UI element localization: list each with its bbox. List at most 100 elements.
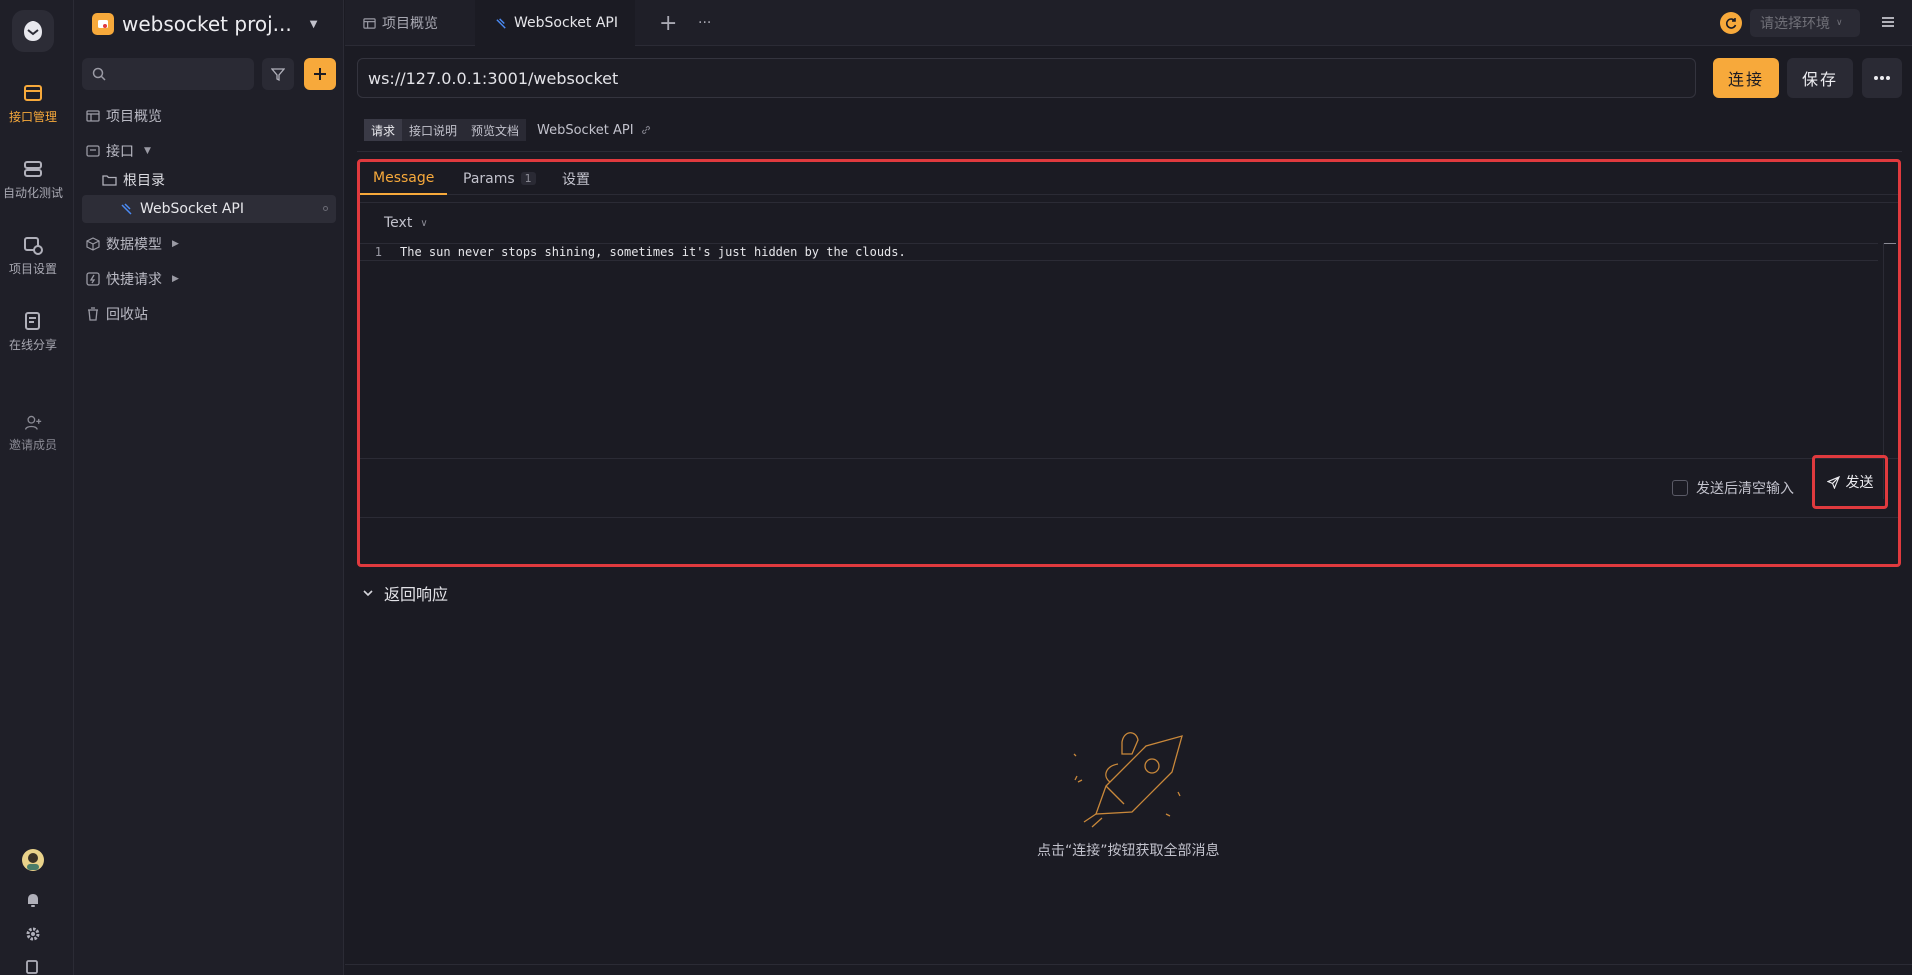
edit-button[interactable] [0,958,66,974]
link-icon[interactable] [640,124,652,136]
message-editor[interactable]: Text ∨ 1 The sun never stops shining, so… [360,202,1898,499]
tab-params[interactable]: Params 1 [463,162,536,195]
empty-state-illustration [1066,724,1186,832]
filter-icon [271,68,285,81]
chevron-down-icon [363,590,373,597]
project-icon [92,13,114,35]
url-input[interactable]: ws://127.0.0.1:3001/websocket [357,58,1696,98]
response-header[interactable]: 返回响应 [362,581,448,605]
avatar-icon [22,849,44,871]
more-icon [1874,76,1890,80]
overview-icon [86,110,100,122]
tree-item-interface[interactable]: 接口 ▼ [86,137,151,165]
api-tree-panel: websocket proj... ▼ 项目概览 接口 ▼ 根目录 WebSoc… [74,0,344,975]
cube-icon [86,237,100,251]
rocket-illustration-icon [1073,732,1183,828]
tab-more-button[interactable]: ··· [686,0,723,46]
search-icon [92,67,106,81]
project-switcher[interactable]: websocket proj... ▼ [92,12,317,36]
editor-footer: 发送后清空输入 发送 [360,455,1898,518]
notification-button[interactable] [0,892,66,908]
settings-button[interactable] [0,926,66,942]
interface-icon [86,145,100,157]
bell-icon [28,894,38,907]
subtab-request[interactable]: 请求 [364,119,403,141]
tree-item-overview[interactable]: 项目概览 [86,102,162,130]
format-select[interactable]: Text ∨ [384,215,428,231]
api-name-label: WebSocket API [537,119,652,141]
more-icon: ··· [698,15,712,31]
tree-item-quick-request[interactable]: 快捷请求 ▶ [86,265,179,293]
plus-icon [314,68,326,80]
more-actions-button[interactable] [1862,58,1902,98]
edit-icon [26,960,38,974]
clear-after-send-checkbox[interactable]: 发送后清空输入 [1672,478,1794,498]
divider [345,964,1912,965]
message-content: The sun never stops shining, sometimes i… [400,245,906,259]
tree-item-data-model[interactable]: 数据模型 ▶ [86,230,179,258]
params-count-badge: 1 [520,172,536,185]
caret-right-icon: ▶ [172,239,179,249]
send-icon [1826,475,1840,489]
request-subtabs: 请求 接口说明 预览文档 [364,119,527,141]
automation-test-icon [24,161,42,177]
status-dot [323,206,328,211]
overview-icon [363,17,376,29]
quick-request-icon [86,272,100,286]
empty-state-hint: 点击“连接”按钮获取全部消息 [1037,843,1220,859]
trash-icon [88,307,98,321]
filter-button[interactable] [262,58,294,90]
tree-item-websocket-api[interactable]: WebSocket API [82,195,336,223]
checkbox[interactable] [1672,480,1688,496]
subtab-api-doc[interactable]: 接口说明 [402,119,465,141]
line-number: 1 [374,245,382,259]
caret-down-icon: ▼ [144,146,151,156]
environment-select[interactable]: 请选择环境 ∨ [1750,9,1860,37]
project-settings-icon [24,237,43,255]
caret-right-icon: ▶ [172,274,179,284]
tab-project-overview[interactable]: 项目概览 [345,0,473,46]
chevron-down-icon: ∨ [420,217,428,229]
menu-button[interactable] [1880,14,1896,30]
sync-button[interactable] [1720,12,1742,34]
api-management-icon [24,85,42,101]
subtab-preview-doc[interactable]: 预览文档 [464,119,527,141]
project-name: websocket proj... [122,12,292,36]
rail-item-automation-test[interactable]: 自动化测试 [0,158,66,201]
app-logo[interactable] [12,10,54,52]
online-share-icon [25,312,40,330]
new-tab-button[interactable]: + [647,0,689,46]
plus-icon: + [659,10,678,36]
hamburger-icon [1882,17,1894,27]
refresh-icon [1725,18,1737,29]
minimap-marker [1884,243,1896,244]
tab-message[interactable]: Message [360,162,448,195]
tree-item-root-folder[interactable]: 根目录 [102,166,165,194]
tab-settings[interactable]: 设置 [562,162,590,195]
message-panel: Message Params 1 设置 Text ∨ 1 The sun nev… [357,159,1901,567]
send-button[interactable]: 发送 [1812,455,1888,509]
tree-item-recycle-bin[interactable]: 回收站 [86,300,148,328]
websocket-icon [496,17,506,29]
message-tabs: Message Params 1 设置 [360,162,1898,195]
save-button[interactable]: 保存 [1787,58,1853,98]
rail-item-online-share[interactable]: 在线分享 [0,310,66,353]
logo-icon [24,21,42,41]
tree-search-input[interactable] [82,58,254,90]
rail-item-project-settings[interactable]: 项目设置 [0,234,66,277]
left-rail: 接口管理 自动化测试 项目设置 在线分享 邀请成员 [0,0,74,975]
tab-bar: 项目概览 WebSocket API + ··· 请选择环境 ∨ [345,0,1912,46]
user-avatar[interactable] [0,848,66,872]
caret-down-icon: ▼ [309,18,318,30]
invite-member-icon [24,415,42,430]
chevron-down-icon: ∨ [1836,18,1843,28]
rail-item-invite-member[interactable]: 邀请成员 [0,414,66,453]
connect-button[interactable]: 连接 [1713,58,1779,98]
tab-websocket-api[interactable]: WebSocket API [475,0,635,46]
add-button[interactable] [304,58,336,90]
rail-item-api-management[interactable]: 接口管理 [0,82,66,125]
folder-icon [102,175,117,186]
code-line[interactable]: 1 The sun never stops shining, sometimes… [360,243,1878,261]
websocket-icon [121,203,132,215]
divider [357,151,1902,152]
